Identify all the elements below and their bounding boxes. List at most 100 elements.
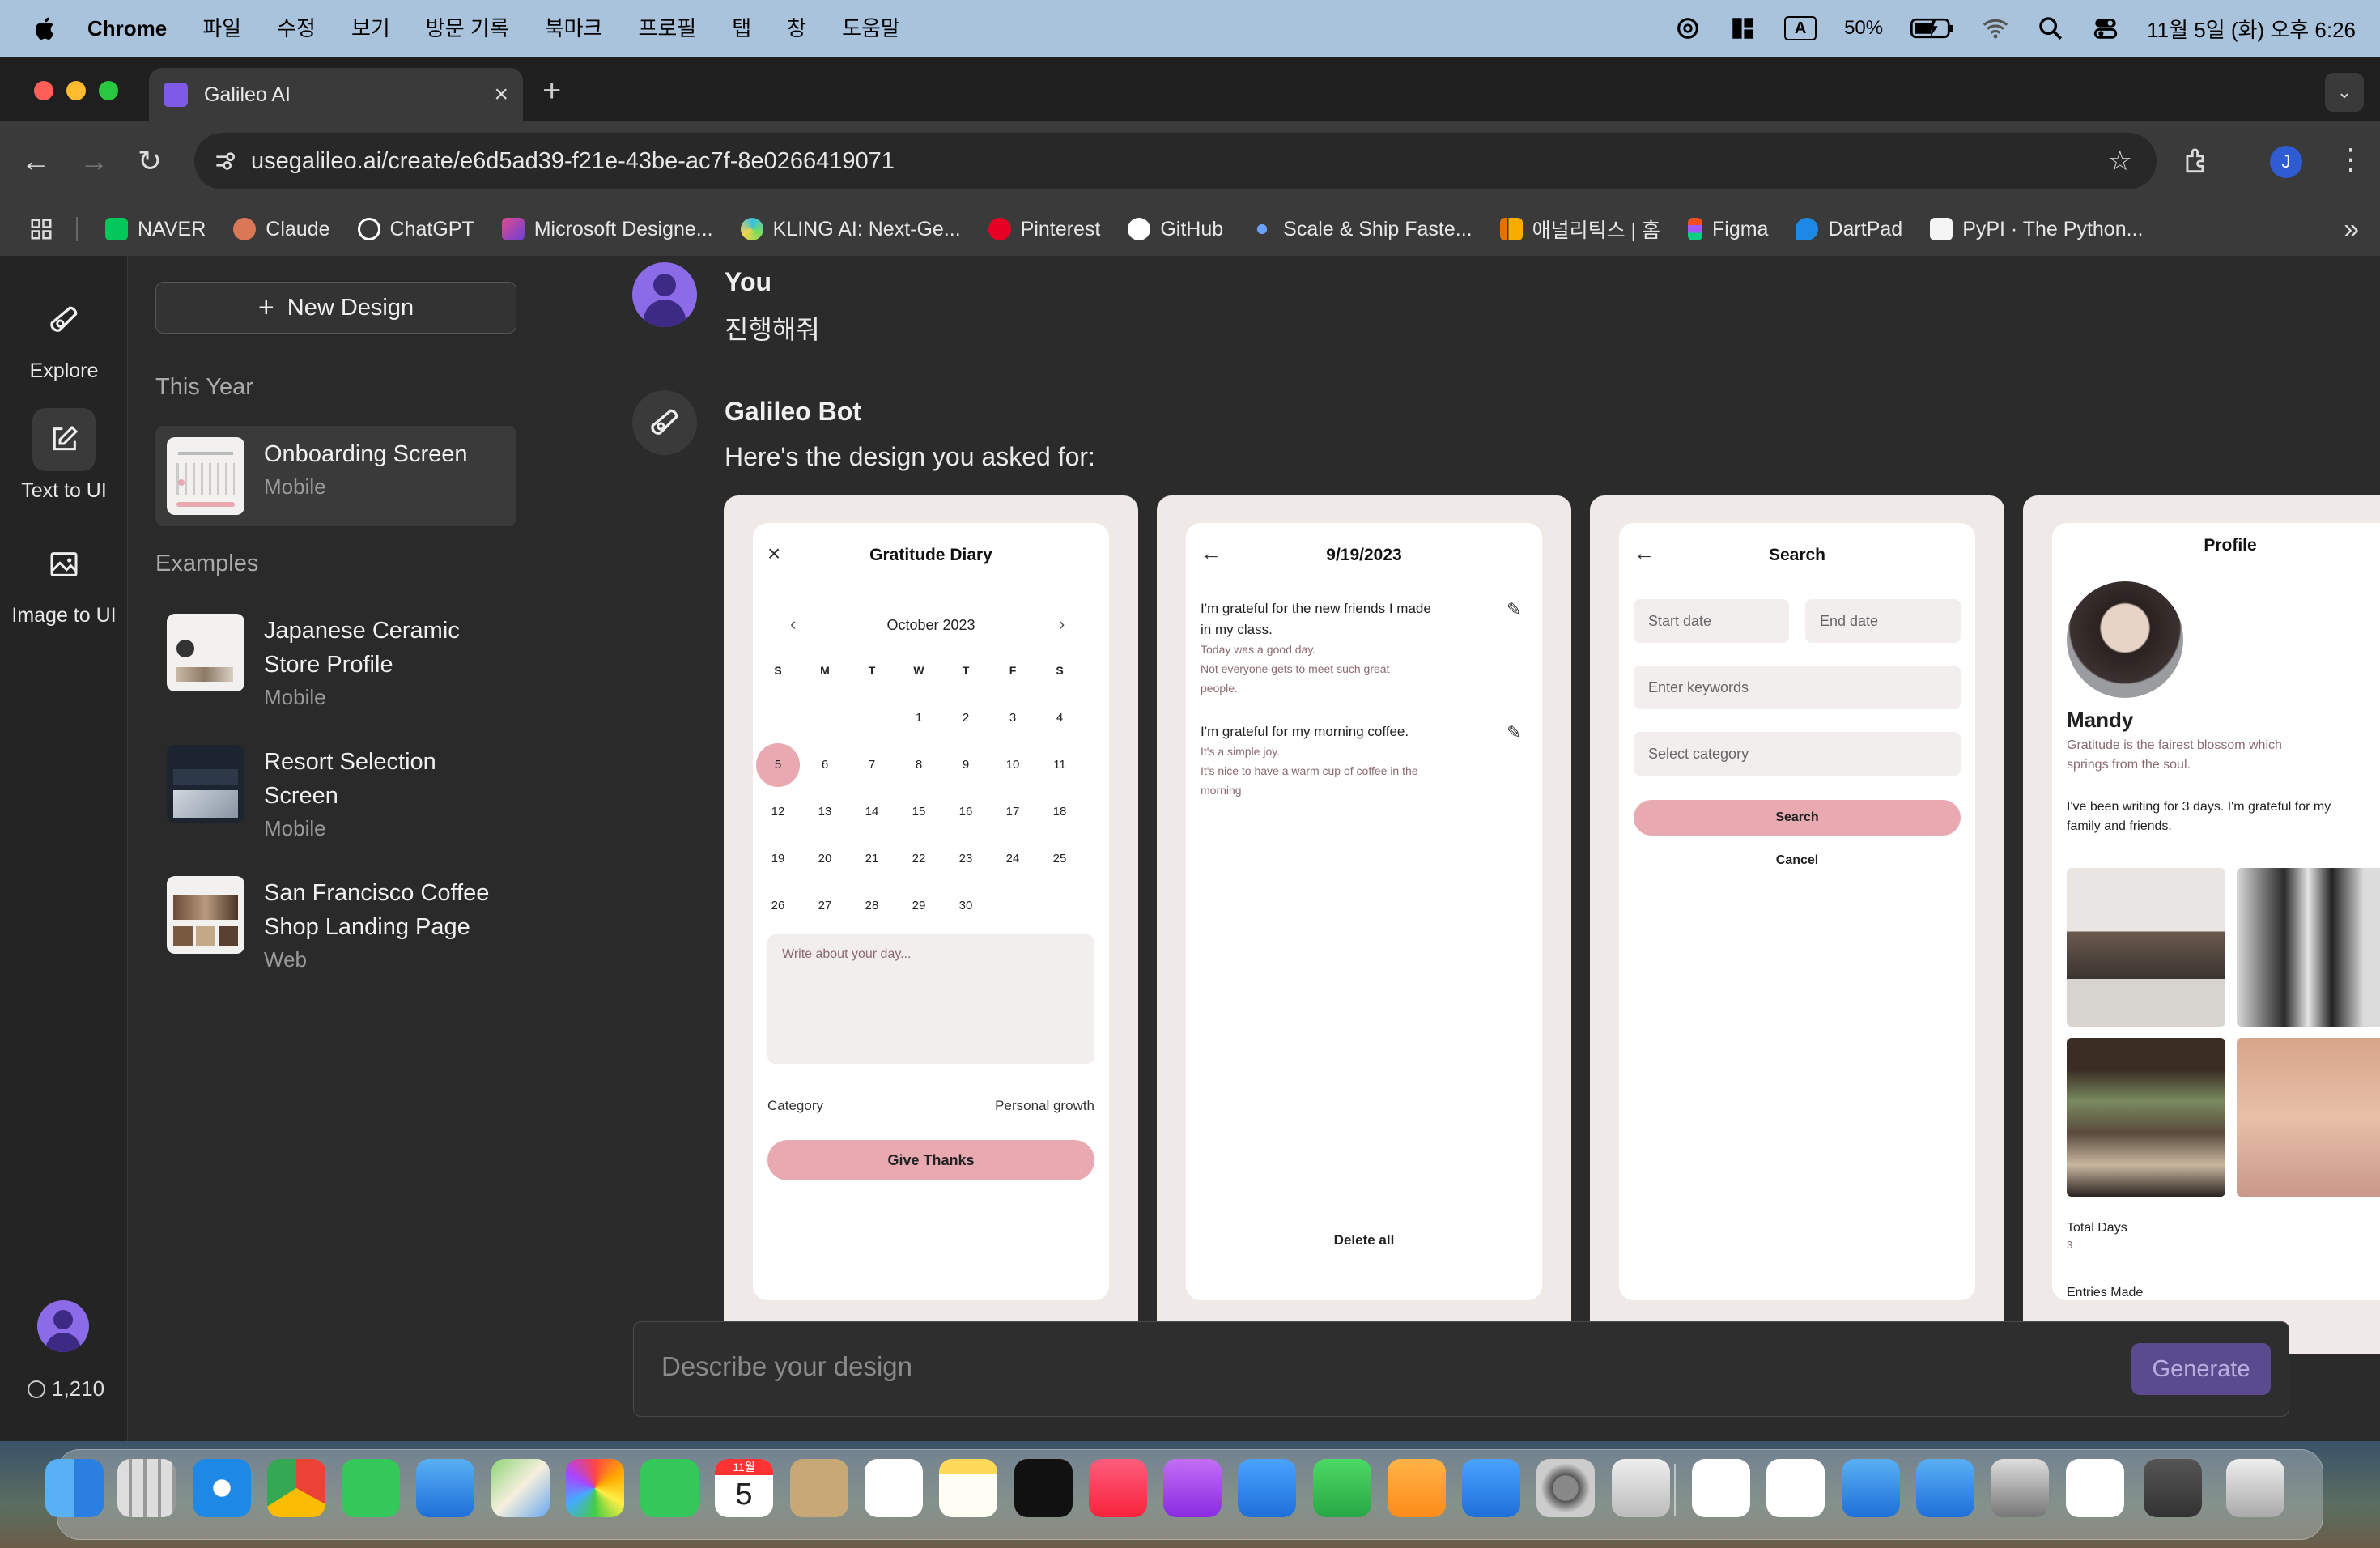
notes-icon[interactable] [939, 1459, 997, 1517]
facetime-icon[interactable] [640, 1459, 699, 1517]
input-source-icon[interactable]: A [1784, 16, 1817, 40]
bookmark-star-icon[interactable]: ☆ [2108, 145, 2132, 177]
calendar-day[interactable]: 3 [991, 711, 1035, 725]
maps-icon[interactable] [491, 1459, 550, 1517]
design-frame-entries[interactable]: ← 9/19/2023 I'm grateful for the new fri… [1157, 495, 1571, 1354]
podcasts-icon[interactable] [1163, 1459, 1222, 1517]
cancel-button[interactable]: Cancel [1619, 853, 1975, 868]
rail-image-to-ui[interactable]: Image to UI [0, 533, 128, 627]
calendar-day[interactable]: 6 [803, 758, 847, 772]
bookmark-kling-ai[interactable]: KLING AI: Next-Ge... [740, 218, 961, 241]
mail-icon[interactable] [416, 1459, 474, 1517]
bookmark-scale-ship[interactable]: Scale & Ship Faste... [1251, 218, 1473, 241]
back-arrow-icon[interactable]: ← [21, 144, 50, 178]
calendar-day[interactable]: 23 [944, 852, 988, 865]
user-avatar[interactable] [37, 1300, 89, 1352]
calendar-day[interactable]: 14 [850, 805, 894, 819]
calendar-day[interactable]: 20 [803, 852, 847, 865]
keywords-input[interactable]: Enter keywords [1634, 666, 1961, 709]
site-settings-icon[interactable] [212, 148, 238, 174]
battery-icon[interactable] [1910, 15, 1954, 42]
iphone-mirroring-icon[interactable] [1612, 1459, 1670, 1517]
bookmark-microsoft-designer[interactable]: Microsoft Designe... [501, 218, 713, 241]
rail-explore[interactable]: Explore [0, 288, 128, 383]
profile-avatar[interactable]: J [2270, 146, 2302, 178]
spotlight-search-icon[interactable] [2037, 15, 2064, 42]
next-month-icon[interactable]: › [1059, 614, 1065, 635]
pages-icon[interactable] [1388, 1459, 1446, 1517]
apple-tv-icon[interactable] [1014, 1459, 1073, 1517]
gallery-photo-family[interactable] [2067, 868, 2225, 1027]
xcode-icon[interactable] [1842, 1459, 1900, 1517]
close-window-button[interactable] [34, 81, 53, 100]
chatgpt-app-icon[interactable] [2066, 1459, 2124, 1517]
apps-grid-icon[interactable] [29, 217, 53, 241]
vscode-icon[interactable] [1766, 1459, 1825, 1517]
search-button[interactable]: Search [1634, 800, 1961, 836]
more-bookmarks-icon[interactable]: » [2344, 214, 2359, 245]
project-onboarding-screen[interactable]: Onboarding Screen Mobile [155, 426, 516, 526]
calendar-day[interactable]: 17 [991, 805, 1035, 819]
calendar-day[interactable]: 26 [756, 899, 800, 912]
menu-file[interactable]: 파일 [202, 0, 241, 57]
gallery-photo-room[interactable] [2067, 1038, 2225, 1197]
menu-profiles[interactable]: 프로필 [638, 0, 696, 57]
photos-icon[interactable] [566, 1459, 624, 1517]
menu-bookmarks[interactable]: 북마크 [545, 0, 603, 57]
calendar-day[interactable]: 15 [897, 805, 941, 819]
calendar-day[interactable]: 27 [803, 899, 847, 912]
example-resort-selection[interactable]: Resort Selection Screen Mobile [155, 734, 516, 855]
category-value[interactable]: Personal growth [995, 1098, 1094, 1114]
menu-view[interactable]: 보기 [351, 0, 390, 57]
calendar-day[interactable]: 12 [756, 805, 800, 819]
menu-tab[interactable]: 탭 [732, 0, 751, 57]
calendar-day[interactable]: 7 [850, 758, 894, 772]
generate-button[interactable]: Generate [2131, 1343, 2271, 1395]
give-thanks-button[interactable]: Give Thanks [767, 1140, 1094, 1180]
calendar-day[interactable]: 24 [991, 852, 1035, 865]
menu-app-name[interactable]: Chrome [87, 0, 167, 57]
menu-clock[interactable]: 11월 5일 (화) 오후 6:26 [2147, 14, 2356, 44]
chatgpt-status-icon[interactable] [1674, 15, 1702, 42]
calendar-day[interactable]: 21 [850, 852, 894, 865]
browser-tab[interactable]: Galileo AI × [149, 68, 523, 121]
bookmark-pypi[interactable]: PyPI · The Python... [1930, 218, 2143, 241]
tab-search-chevron-icon[interactable]: ⌄ [2325, 73, 2364, 112]
calendar-day[interactable]: 8 [897, 758, 941, 772]
calendar-day[interactable]: 4 [1038, 711, 1082, 725]
diary-text-area[interactable]: Write about your day... [767, 934, 1094, 1064]
menu-window[interactable]: 창 [787, 0, 806, 57]
menu-help[interactable]: 도움말 [842, 0, 900, 57]
bookmark-figma[interactable]: Figma [1688, 218, 1768, 241]
start-date-field[interactable]: Start date [1634, 599, 1789, 643]
delete-all-button[interactable]: Delete all [1186, 1232, 1542, 1248]
launchpad-icon[interactable] [117, 1459, 176, 1517]
calendar-day[interactable]: 30 [944, 899, 988, 912]
gallery-photo-friends[interactable] [2237, 868, 2380, 1027]
new-tab-icon[interactable]: + [542, 73, 561, 109]
calendar-day[interactable]: 11 [1038, 758, 1082, 772]
calendar-day[interactable]: 1 [897, 711, 941, 725]
design-frame-search[interactable]: ← Search Start date End date Enter keywo… [1590, 495, 2004, 1354]
calendar-day[interactable]: 2 [944, 711, 988, 725]
music-icon[interactable] [1089, 1459, 1147, 1517]
downloads-stack-icon[interactable] [2144, 1459, 2202, 1517]
edit-pencil-icon[interactable]: ✎ [1507, 722, 1521, 743]
menu-history[interactable]: 방문 기록 [426, 0, 509, 57]
wifi-icon[interactable] [1982, 15, 2009, 42]
design-prompt-input[interactable]: Describe your design Generate [633, 1321, 2289, 1417]
browser-menu-icon[interactable]: ⋮ [2336, 142, 2365, 176]
safari-icon[interactable] [193, 1459, 251, 1517]
calendar-day[interactable]: 22 [897, 852, 941, 865]
design-frame-profile[interactable]: Profile Mandy Gratitude is the fairest b… [2023, 495, 2380, 1354]
calendar-day-selected[interactable]: 5 [756, 743, 800, 787]
reload-icon[interactable]: ↻ [138, 144, 162, 178]
finder-icon[interactable] [45, 1459, 104, 1517]
new-design-button[interactable]: + New Design [155, 282, 516, 334]
calendar-day[interactable]: 10 [991, 758, 1035, 772]
rail-text-to-ui[interactable]: Text to UI [0, 408, 128, 503]
simulator-icon[interactable] [1916, 1459, 1974, 1517]
end-date-field[interactable]: End date [1805, 599, 1961, 643]
bookmark-dartpad[interactable]: DartPad [1796, 218, 1902, 241]
system-settings-icon[interactable] [1536, 1459, 1595, 1517]
